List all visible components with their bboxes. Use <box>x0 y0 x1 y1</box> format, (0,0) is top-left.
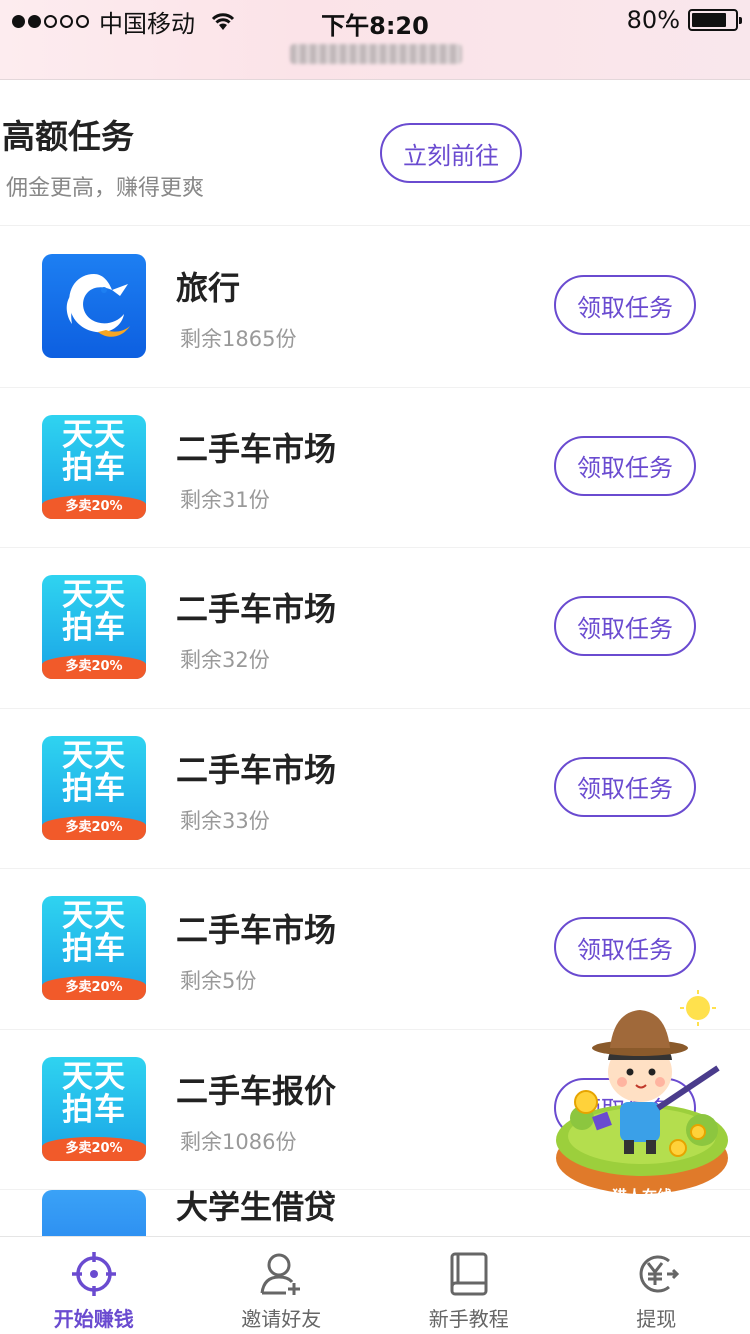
task-remaining: 剩余32份 <box>180 648 270 672</box>
add-user-icon <box>260 1253 301 1295</box>
paiche-icon: 天天 拍车 多卖20% <box>42 896 146 1000</box>
blurred-url <box>290 44 462 64</box>
battery-icon <box>688 9 742 31</box>
task-remaining: 剩余33份 <box>180 808 270 833</box>
yuan-withdraw-icon <box>639 1255 680 1293</box>
task-remaining: 剩余1086份 <box>180 1129 297 1154</box>
paiche-badge: 多卖20% <box>42 976 146 1000</box>
section-subtitle: 佣金更高，赚得更爽 <box>6 176 205 201</box>
task-name: 二手车市场 <box>176 750 337 789</box>
status-bar: 中国移动 下午8:20 80% <box>0 0 750 80</box>
task-name: 二手车市场 <box>176 590 337 628</box>
task-remaining: 剩余31份 <box>180 487 270 512</box>
app-icon <box>42 1190 146 1240</box>
task-row[interactable]: 天天 拍车 多卖20% 二手车市场 剩余32份 领取任务 <box>0 548 750 709</box>
paiche-badge: 多卖20% <box>42 815 146 840</box>
tab-start-earning[interactable]: 开始赚钱 <box>0 1237 188 1334</box>
dolphin-icon <box>42 254 146 358</box>
paiche-icon: 天天 拍车 多卖20% <box>42 575 146 679</box>
claim-task-button[interactable]: 领取任务 <box>554 756 696 817</box>
high-reward-header: 高额任务 佣金更高，赚得更爽 立刻前往 <box>0 80 750 226</box>
tab-withdraw[interactable]: 提现 <box>563 1237 750 1334</box>
paiche-badge: 多卖20% <box>42 655 146 679</box>
paiche-icon-text: 天天 拍车 <box>62 898 126 967</box>
hunter-online-label: 猎人在线 <box>611 1187 672 1205</box>
tab-label: 提现 <box>636 1307 677 1331</box>
hunter-online-float-button[interactable]: 猎人在线 <box>552 990 732 1210</box>
task-name: 二手车报价 <box>176 1071 337 1110</box>
status-right: 80% <box>626 6 742 34</box>
paiche-icon: 天天 拍车 多卖20% <box>42 1056 146 1161</box>
battery-percent: 80% <box>626 6 680 34</box>
claim-task-button[interactable]: 领取任务 <box>554 596 696 656</box>
paiche-icon-text: 天天 拍车 <box>62 416 126 486</box>
task-remaining: 剩余1865份 <box>180 327 297 351</box>
tab-tutorial[interactable]: 新手教程 <box>375 1237 563 1334</box>
tab-invite-friends[interactable]: 邀请好友 <box>188 1237 376 1334</box>
task-row[interactable]: 天天 拍车 多卖20% 二手车市场 剩余31份 领取任务 <box>0 388 750 548</box>
section-title: 高额任务 <box>2 117 134 156</box>
tab-label: 邀请好友 <box>241 1307 322 1331</box>
crosshair-icon <box>71 1252 116 1296</box>
tab-label: 开始赚钱 <box>53 1307 134 1331</box>
claim-task-button[interactable]: 领取任务 <box>554 275 696 335</box>
tab-label: 新手教程 <box>428 1307 509 1331</box>
claim-task-button[interactable]: 领取任务 <box>554 435 696 496</box>
claim-task-button[interactable]: 领取任务 <box>554 917 696 977</box>
task-name: 大学生借贷 <box>176 1190 337 1226</box>
paiche-icon-text: 天天 拍车 <box>62 577 126 646</box>
bottom-tab-bar: 开始赚钱 邀请好友 新手教程 提现 <box>0 1236 750 1334</box>
go-now-button[interactable]: 立刻前往 <box>380 123 522 183</box>
paiche-icon: 天天 拍车 多卖20% <box>42 735 146 840</box>
book-icon <box>450 1252 488 1296</box>
task-name: 二手车市场 <box>176 429 337 468</box>
task-row[interactable]: 天天 拍车 多卖20% 二手车市场 剩余33份 领取任务 <box>0 709 750 869</box>
paiche-icon: 天天 拍车 多卖20% <box>42 414 146 519</box>
paiche-badge: 多卖20% <box>42 494 146 519</box>
task-row[interactable]: 旅行 剩余1865份 领取任务 <box>0 227 750 388</box>
paiche-badge: 多卖20% <box>42 1136 146 1161</box>
task-name: 旅行 <box>176 269 241 307</box>
hunter-mascot-icon <box>556 990 728 1194</box>
paiche-icon-text: 天天 拍车 <box>62 1058 126 1128</box>
task-name: 二手车市场 <box>176 911 337 949</box>
task-remaining: 剩余5份 <box>180 969 257 993</box>
paiche-icon-text: 天天 拍车 <box>62 737 126 807</box>
